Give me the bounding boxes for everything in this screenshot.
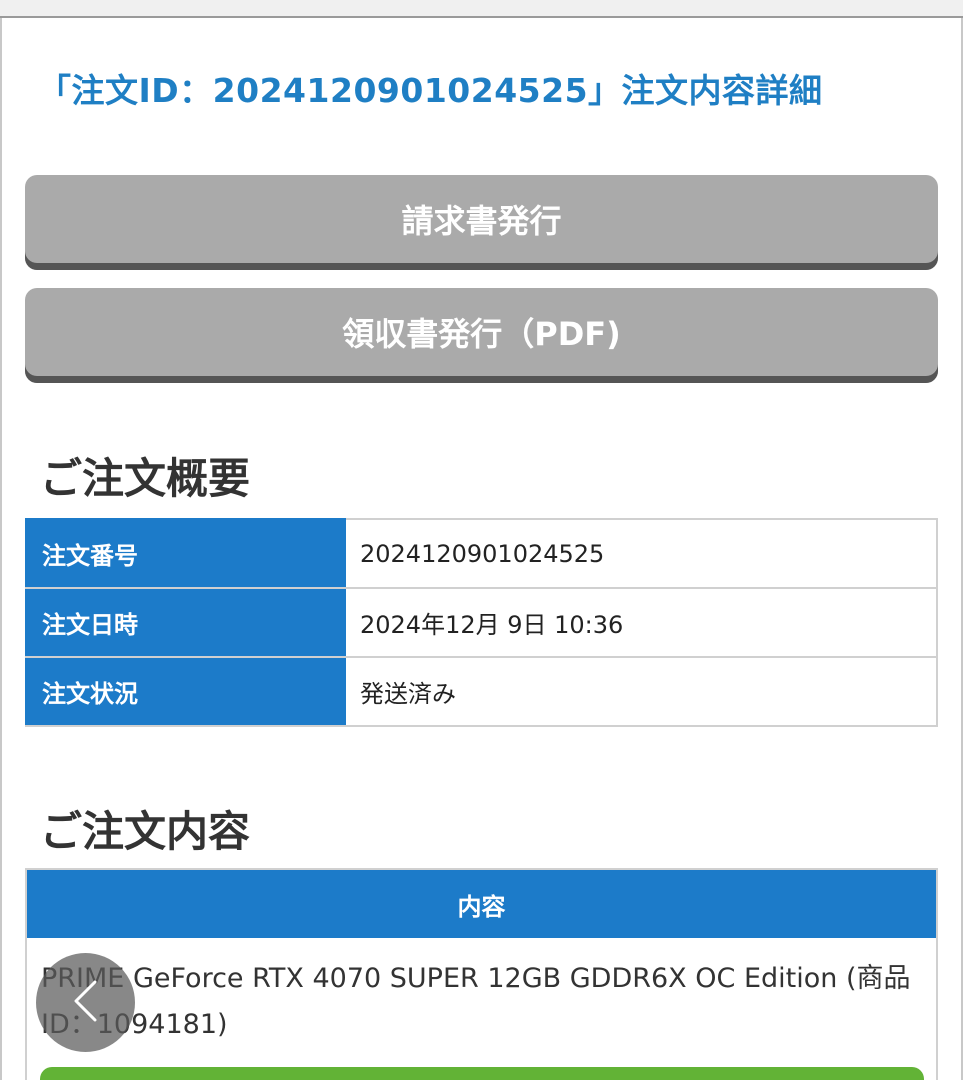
- order-contents-table: 内容 PRIME GeForce RTX 4070 SUPER 12GB GDD…: [25, 868, 938, 1080]
- chevron-left-icon: [71, 979, 101, 1027]
- table-row: 注文番号 2024120901024525: [25, 518, 938, 589]
- page-title: 「注文ID：2024120901024525」注文内容詳細: [38, 71, 823, 110]
- order-status-label: 注文状況: [25, 656, 346, 727]
- issue-invoice-button[interactable]: 請求書発行: [25, 175, 938, 270]
- order-summary-heading: ご注文概要: [40, 454, 251, 503]
- order-contents-heading: ご注文内容: [40, 807, 251, 856]
- browser-top-bar: [0, 0, 963, 18]
- table-row: 注文日時 2024年12月 9日 10:36: [25, 587, 938, 658]
- back-button[interactable]: [36, 953, 135, 1052]
- order-item-description: PRIME GeForce RTX 4070 SUPER 12GB GDDR6X…: [41, 963, 911, 1040]
- table-row: 注文状況 発送済み: [25, 656, 938, 727]
- order-number-value: 2024120901024525: [344, 518, 938, 589]
- order-date-label: 注文日時: [25, 587, 346, 658]
- frame-left-border: [0, 18, 2, 1080]
- order-summary-table: 注文番号 2024120901024525 注文日時 2024年12月 9日 1…: [25, 518, 938, 727]
- contents-column-header: 内容: [27, 870, 936, 938]
- order-status-value: 発送済み: [344, 656, 938, 727]
- green-action-button[interactable]: [40, 1067, 924, 1080]
- order-number-label: 注文番号: [25, 518, 346, 589]
- issue-receipt-pdf-button[interactable]: 領収書発行（PDF): [25, 288, 938, 383]
- order-date-value: 2024年12月 9日 10:36: [344, 587, 938, 658]
